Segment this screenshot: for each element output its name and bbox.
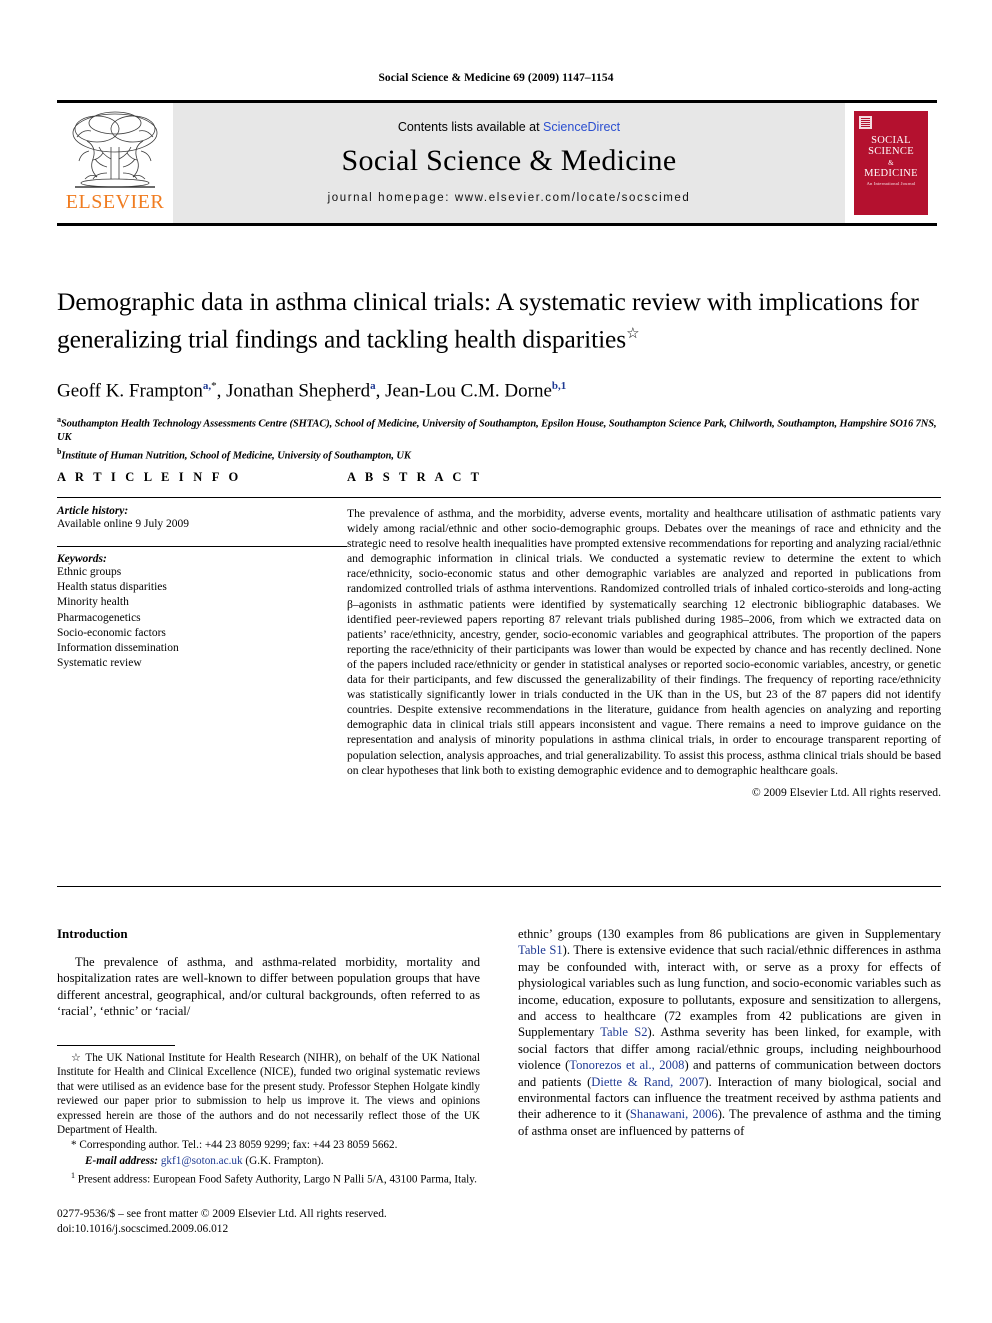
affiliation-b: bInstitute of Human Nutrition, School of… <box>57 445 941 464</box>
author-affiliation-marker[interactable]: b,1 <box>552 380 566 392</box>
author-name: Geoff K. Frampton <box>57 379 203 401</box>
cover-stamp-icon <box>859 116 872 129</box>
column-headings: A R T I C L E I N F O A B S T R A C T <box>57 470 941 497</box>
article-history-label: Article history: <box>57 505 129 517</box>
cover-art: SOCIAL SCIENCE & MEDICINE An Internation… <box>854 111 928 215</box>
affiliation-a: aSouthampton Health Technology Assessmen… <box>57 413 941 446</box>
introduction-paragraph-right: ethnic’ groups (130 examples from 86 pub… <box>518 926 941 1139</box>
doi-line[interactable]: doi:10.1016/j.socscimed.2009.06.012 <box>57 1222 527 1237</box>
footnote-funding-text: The UK National Institute for Health Res… <box>57 1052 480 1137</box>
citation-diette-rand-2007[interactable]: Diette & Rand, 2007 <box>591 1075 704 1089</box>
title-line-1: Demographic data in asthma clinical tria… <box>57 287 884 316</box>
elsevier-wordmark: ELSEVIER <box>65 191 165 213</box>
article-info-heading: A R T I C L E I N F O <box>57 470 242 484</box>
intro-text-part-1: ethnic’ groups (130 examples from 86 pub… <box>518 927 941 941</box>
corresponding-author-marker[interactable]: * <box>211 380 217 392</box>
author-name: Jonathan Shepherd <box>226 379 371 401</box>
supplementary-table-s2-link[interactable]: Table S2 <box>600 1025 647 1039</box>
title-footnote-marker[interactable]: ☆ <box>626 326 639 342</box>
sciencedirect-link[interactable]: ScienceDirect <box>543 120 620 134</box>
citation-tonorezos-2008[interactable]: Tonorezos et al., 2008 <box>569 1058 684 1072</box>
article-history-block: Article history: Available online 9 July… <box>57 505 347 546</box>
author-affiliation-marker[interactable]: a, <box>203 380 211 392</box>
abstract-panel: The prevalence of asthma, and the morbid… <box>347 497 941 799</box>
keyword-item: Information dissemination <box>57 642 179 655</box>
footnote-present-address-text: Present address: European Food Safety Au… <box>77 1173 477 1186</box>
keyword-item: Minority health <box>57 596 129 609</box>
affiliation-b-text: Institute of Human Nutrition, School of … <box>61 450 411 462</box>
running-head: Social Science & Medicine 69 (2009) 1147… <box>378 72 614 84</box>
issn-copyright-line: 0277-9536/$ – see front matter © 2009 El… <box>57 1208 387 1220</box>
author-list: Geoff K. Framptona,*, Jonathan Shepherda… <box>57 379 567 401</box>
body-column-right: ethnic’ groups (130 examples from 86 pub… <box>518 926 941 1139</box>
footnote-asterisk-marker: * <box>71 1139 77 1152</box>
section-divider <box>57 886 941 887</box>
abstract-copyright: © 2009 Elsevier Ltd. All rights reserved… <box>751 785 941 799</box>
keyword-item: Pharmacogenetics <box>57 611 141 624</box>
article-info-panel: Article history: Available online 9 July… <box>57 497 347 799</box>
footnote-funding: ☆ The UK National Institute for Health R… <box>57 1051 480 1137</box>
elsevier-tree-icon <box>72 111 158 188</box>
footnote-block: ☆ The UK National Institute for Health R… <box>57 1045 480 1188</box>
info-abstract-section: A R T I C L E I N F O A B S T R A C T Ar… <box>57 470 941 799</box>
email-address-label: E-mail address: <box>85 1154 159 1167</box>
paper-page: Social Science & Medicine 69 (2009) 1147… <box>0 0 992 1323</box>
email-address-link[interactable]: gkf1@soton.ac.uk <box>161 1155 243 1167</box>
author-name: Jean-Lou C.M. Dorne <box>385 379 552 401</box>
cover-title: SOCIAL SCIENCE & MEDICINE <box>854 135 928 179</box>
footnote-one-marker: 1 <box>71 1171 75 1181</box>
citation-shanawani-2006[interactable]: Shanawani, 2006 <box>630 1107 718 1121</box>
keyword-item: Health status disparities <box>57 581 167 594</box>
cover-ampersand: & <box>888 159 894 167</box>
footnote-present-address: 1 Present address: European Food Safety … <box>57 1169 480 1187</box>
footnote-email: E-mail address: gkf1@soton.ac.uk (G.K. F… <box>57 1154 480 1168</box>
introduction-heading: Introduction <box>57 926 128 941</box>
keywords-label: Keywords: <box>57 553 107 565</box>
journal-title: Social Science & Medicine <box>341 144 677 177</box>
contents-prefix: Contents lists available at <box>397 120 540 134</box>
footnote-corresponding-text: Corresponding author. Tel.: +44 23 8059 … <box>79 1139 398 1152</box>
imprint-block: 0277-9536/$ – see front matter © 2009 El… <box>57 1207 527 1237</box>
cover-line-2: SCIENCE <box>868 146 914 157</box>
introduction-paragraph-left: The prevalence of asthma, and asthma-rel… <box>57 955 480 1019</box>
contents-available-line: Contents lists available at ScienceDirec… <box>398 120 620 134</box>
journal-masthead: ELSEVIER Contents lists available at Sci… <box>57 100 937 226</box>
keywords-block: Keywords: Ethnic groups Health status di… <box>57 546 347 671</box>
page-title: Demographic data in asthma clinical tria… <box>57 286 941 356</box>
journal-band: Contents lists available at ScienceDirec… <box>173 103 845 223</box>
supplementary-table-s1-link[interactable]: Table S1 <box>518 943 563 957</box>
journal-cover-thumbnail: SOCIAL SCIENCE & MEDICINE An Internation… <box>845 103 937 223</box>
keywords-list: Ethnic groups Health status disparities … <box>57 565 347 671</box>
info-abstract-panels: Article history: Available online 9 July… <box>57 497 941 799</box>
cover-subtitle: An International Journal <box>866 181 916 186</box>
footnote-star-marker: ☆ <box>71 1052 82 1064</box>
journal-homepage-line[interactable]: journal homepage: www.elsevier.com/locat… <box>328 192 691 204</box>
footnote-corresponding-author: * Corresponding author. Tel.: +44 23 805… <box>57 1138 480 1152</box>
footnote-rule <box>57 1045 175 1046</box>
cover-line-1: SOCIAL <box>871 135 911 146</box>
cover-line-3: MEDICINE <box>864 168 918 179</box>
elsevier-logo: ELSEVIER <box>57 103 173 223</box>
email-address-owner: (G.K. Frampton). <box>245 1154 324 1167</box>
title-block: Demographic data in asthma clinical tria… <box>57 286 941 464</box>
abstract-heading: A B S T R A C T <box>347 470 483 484</box>
keyword-item: Ethnic groups <box>57 566 122 578</box>
author-affiliation-marker[interactable]: a <box>370 380 376 392</box>
keyword-item: Socio-economic factors <box>57 626 166 639</box>
keyword-item: Systematic review <box>57 657 142 670</box>
affiliation-a-text: Southampton Health Technology Assessment… <box>57 418 937 444</box>
article-history-value: Available online 9 July 2009 <box>57 518 190 530</box>
affiliation-list: aSouthampton Health Technology Assessmen… <box>57 413 941 464</box>
abstract-text: The prevalence of asthma, and the morbid… <box>347 507 941 777</box>
